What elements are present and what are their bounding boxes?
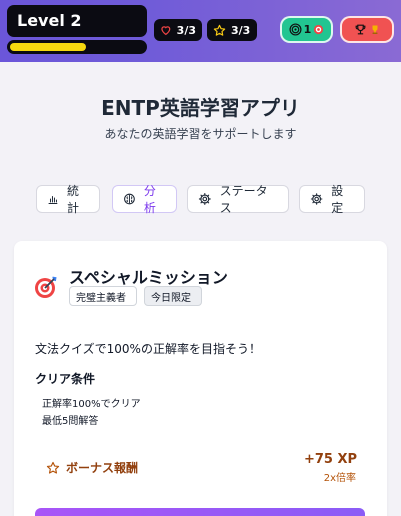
tab-label: 設定 <box>331 184 344 215</box>
dart-target-icon <box>35 276 57 298</box>
mission-title: スペシャルミッション <box>69 268 228 287</box>
stars-counter: 3/3 <box>207 19 257 41</box>
clear-conditions-heading: クリア条件 <box>35 372 96 386</box>
xp-progress-fill <box>10 43 86 51</box>
level-indicator: Level 2 <box>7 5 147 37</box>
gear-icon <box>198 193 211 205</box>
star-icon <box>213 24 226 36</box>
bonus-multiplier: 2x倍率 <box>323 473 356 484</box>
hearts-counter: 3/3 <box>154 19 202 41</box>
top-bar: Level 2 3/3 3/3 1 <box>0 0 401 62</box>
gear-icon <box>310 193 323 205</box>
mission-description: 文法クイズで100%の正解率を目指そう！ <box>35 342 261 356</box>
mission-tag-today-only: 今日限定 <box>144 286 202 306</box>
target-icon <box>289 23 302 36</box>
tab-label: 分析 <box>143 184 156 215</box>
tab-settings[interactable]: 設定 <box>299 184 365 215</box>
achievements-button[interactable] <box>340 16 394 43</box>
dart-target-icon <box>314 24 324 35</box>
trophy-icon <box>372 25 377 34</box>
app-title: ENTP英語学習アプリ <box>101 96 300 120</box>
clear-condition: 最低5問解答 <box>42 416 99 427</box>
start-mission-button[interactable] <box>35 508 365 516</box>
mission-tag-perfectionist: 完璧主義者 <box>69 286 137 306</box>
tab-status[interactable]: ステータス <box>187 184 289 215</box>
missions-button[interactable]: 1 <box>280 16 333 43</box>
stars-value: 3/3 <box>231 23 251 37</box>
star-icon <box>46 461 60 474</box>
bar-chart-icon <box>48 195 58 204</box>
tab-label: ステータス <box>219 184 268 215</box>
heart-icon <box>161 26 171 36</box>
app-subtitle: あなたの英語学習をサポートします <box>104 127 297 141</box>
missions-count: 1 <box>303 23 312 36</box>
hearts-value: 3/3 <box>176 23 196 37</box>
brain-icon <box>124 193 135 205</box>
tab-analysis[interactable]: 分析 <box>112 184 177 215</box>
bonus-xp: +75 XP <box>303 452 357 467</box>
tab-stats[interactable]: 統計 <box>36 184 100 215</box>
bonus-label-text: ボーナス報酬 <box>66 461 139 475</box>
tab-label: 統計 <box>66 184 79 215</box>
special-mission-card: スペシャルミッション 完璧主義者 今日限定 文法クイズで100%の正解率を目指そ… <box>14 241 387 516</box>
bonus-reward: ボーナス報酬 <box>46 459 138 476</box>
xp-progress-bar <box>7 40 147 54</box>
trophy-outline-icon <box>355 24 365 35</box>
clear-condition: 正解率100%でクリア <box>42 399 141 410</box>
level-label: Level 2 <box>17 11 82 30</box>
